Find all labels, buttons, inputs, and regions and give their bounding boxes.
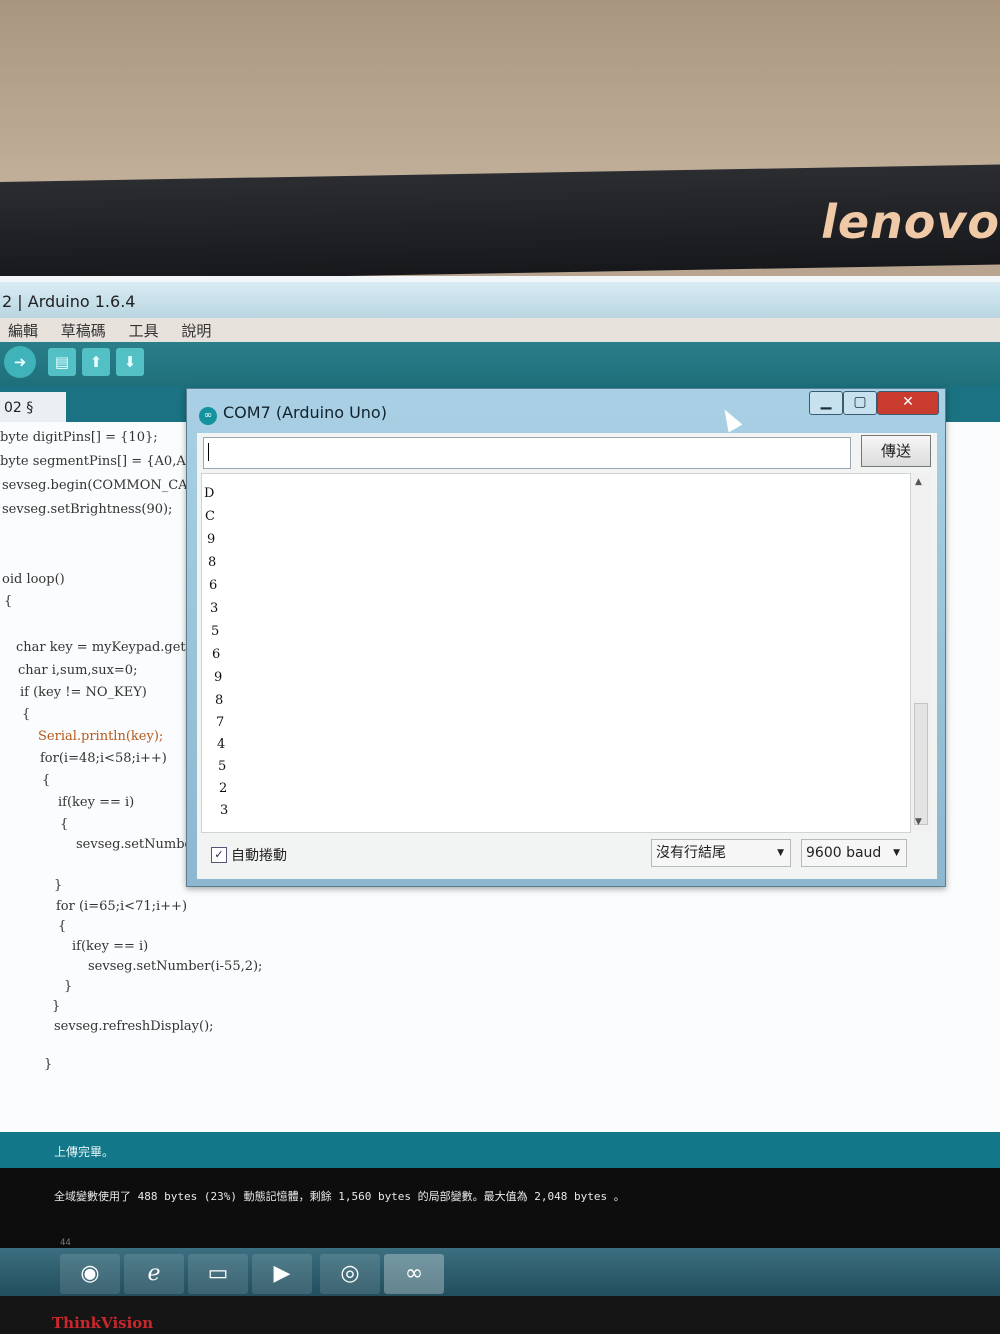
autoscroll-label: 自動捲動 xyxy=(231,848,287,864)
output-line: 4 xyxy=(217,737,226,752)
console-line-number: 44 xyxy=(60,1238,71,1248)
code-line: } xyxy=(44,1057,53,1072)
menu-edit[interactable]: 編輯 xyxy=(8,320,38,341)
code-line: { xyxy=(42,773,51,788)
code-line: for(i=48;i<58;i++) xyxy=(40,751,167,766)
code-line: { xyxy=(4,594,13,609)
windows-taskbar: ◉ ℯ ▭ ▶ ◎ ∞ xyxy=(0,1248,1000,1296)
status-text: 上傳完畢。 xyxy=(54,1145,115,1159)
menu-help[interactable]: 說明 xyxy=(181,320,211,341)
output-line: 9 xyxy=(207,532,216,547)
menubar: 編輯 草稿碼 工具 說明 xyxy=(0,318,1000,342)
text-caret xyxy=(208,443,209,461)
serial-output: D C 9 8 6 3 5 6 9 8 7 4 5 2 3 xyxy=(201,473,911,833)
code-line: Serial.println(key); xyxy=(38,729,164,744)
line-ending-select[interactable]: 沒有行結尾 ▼ xyxy=(651,839,791,867)
output-line: 5 xyxy=(218,759,227,774)
menu-tools[interactable]: 工具 xyxy=(129,320,159,341)
start-icon[interactable]: ◉ xyxy=(60,1254,120,1294)
code-line: } xyxy=(54,878,63,893)
serial-monitor-body: 傳送 D C 9 8 6 3 5 6 9 8 7 4 5 2 3 ▲ ▼ ✓ 自… xyxy=(197,433,937,879)
code-line: sevseg.setBrightness(90); xyxy=(2,502,173,517)
chrome-icon[interactable]: ◎ xyxy=(320,1254,380,1294)
upload-arrow-icon[interactable]: ➜ xyxy=(4,346,36,378)
tab-sketch-label: 02 § xyxy=(4,400,34,416)
send-button[interactable]: 傳送 xyxy=(861,435,931,467)
code-line: sevseg.refreshDisplay(); xyxy=(54,1019,214,1034)
code-line: } xyxy=(52,999,61,1014)
output-line: 5 xyxy=(211,624,220,639)
code-line: { xyxy=(58,919,67,934)
open-sketch-icon[interactable]: ⬆ xyxy=(82,348,110,376)
maximize-icon[interactable]: ▢ xyxy=(843,391,877,415)
code-line: { xyxy=(60,817,69,832)
baud-rate-select[interactable]: 9600 baud ▼ xyxy=(801,839,907,867)
output-line: 8 xyxy=(215,693,224,708)
code-line: char i,sum,sux=0; xyxy=(18,663,138,678)
scroll-down-icon[interactable]: ▼ xyxy=(915,817,922,827)
folder-icon[interactable]: ▭ xyxy=(188,1254,248,1294)
tab-sketch[interactable]: 02 § xyxy=(0,392,66,422)
code-line: char key = myKeypad.getKey xyxy=(16,640,211,655)
browser-icon[interactable]: ℯ xyxy=(124,1254,184,1294)
code-line: sevseg.setNumber(i-55,2); xyxy=(88,959,263,974)
serial-monitor-options: ✓ 自動捲動 沒有行結尾 ▼ 9600 baud ▼ xyxy=(197,835,937,875)
code-line: if (key != NO_KEY) xyxy=(20,685,147,700)
output-line: 6 xyxy=(212,647,221,662)
chevron-down-icon: ▼ xyxy=(777,848,784,858)
monitor-brand-logo: lenovo xyxy=(821,195,1000,249)
code-line: byte digitPins[] = {10}; xyxy=(0,430,158,445)
line-ending-value: 沒有行結尾 xyxy=(656,845,726,861)
output-line: 6 xyxy=(209,578,218,593)
code-line: byte segmentPins[] = {A0,A xyxy=(0,454,186,469)
menu-sketch[interactable]: 草稿碼 xyxy=(61,320,106,341)
serial-monitor-window: ∞ COM7 (Arduino Uno) ▁ ▢ ✕ 傳送 D C 9 8 6 3… xyxy=(186,388,946,887)
output-line: 9 xyxy=(214,670,223,685)
output-line: C xyxy=(205,509,215,524)
code-line: for (i=65;i<71;i++) xyxy=(56,899,188,914)
output-line: 3 xyxy=(210,601,219,616)
serial-input[interactable] xyxy=(203,437,851,469)
code-line: if(key == i) xyxy=(72,939,149,954)
console-output: 全域變數使用了 488 bytes (23%) 動態記憶體，剩餘 1,560 b… xyxy=(0,1168,1000,1248)
arduino-logo-icon: ∞ xyxy=(199,407,217,425)
save-sketch-icon[interactable]: ⬇ xyxy=(116,348,144,376)
chevron-down-icon: ▼ xyxy=(893,848,900,858)
monitor-model-label: ThinkVision xyxy=(52,1314,154,1332)
output-scrollbar[interactable]: ▲ ▼ xyxy=(911,473,931,831)
autoscroll-checkbox[interactable]: ✓ xyxy=(211,847,227,863)
output-line: D xyxy=(204,486,215,501)
minimize-icon[interactable]: ▁ xyxy=(809,391,843,415)
media-player-icon[interactable]: ▶ xyxy=(252,1254,312,1294)
code-line: oid loop() xyxy=(2,572,65,587)
close-icon[interactable]: ✕ xyxy=(877,391,939,415)
output-line: 7 xyxy=(216,715,225,730)
console-text: 全域變數使用了 488 bytes (23%) 動態記憶體，剩餘 1,560 b… xyxy=(54,1190,625,1203)
new-sketch-icon[interactable]: ▤ xyxy=(48,348,76,376)
serial-monitor-titlebar: ∞ COM7 (Arduino Uno) xyxy=(199,403,387,425)
arduino-icon[interactable]: ∞ xyxy=(384,1254,444,1294)
status-bar: 上傳完畢。 xyxy=(0,1132,1000,1168)
output-line: 3 xyxy=(220,803,229,818)
ide-toolbar: ➜ ▤ ⬆ ⬇ xyxy=(0,342,1000,386)
scroll-thumb[interactable] xyxy=(914,703,928,825)
serial-monitor-title: COM7 (Arduino Uno) xyxy=(223,403,387,422)
ide-titlebar: 2 | Arduino 1.6.4 xyxy=(0,282,1000,318)
baud-rate-value: 9600 baud xyxy=(806,845,882,861)
output-line: 8 xyxy=(208,555,217,570)
scroll-up-icon[interactable]: ▲ xyxy=(915,477,922,487)
code-line: if(key == i) xyxy=(58,795,135,810)
ide-title: 2 | Arduino 1.6.4 xyxy=(2,292,136,311)
output-line: 2 xyxy=(219,781,228,796)
code-line: } xyxy=(64,979,73,994)
code-line: { xyxy=(22,707,31,722)
